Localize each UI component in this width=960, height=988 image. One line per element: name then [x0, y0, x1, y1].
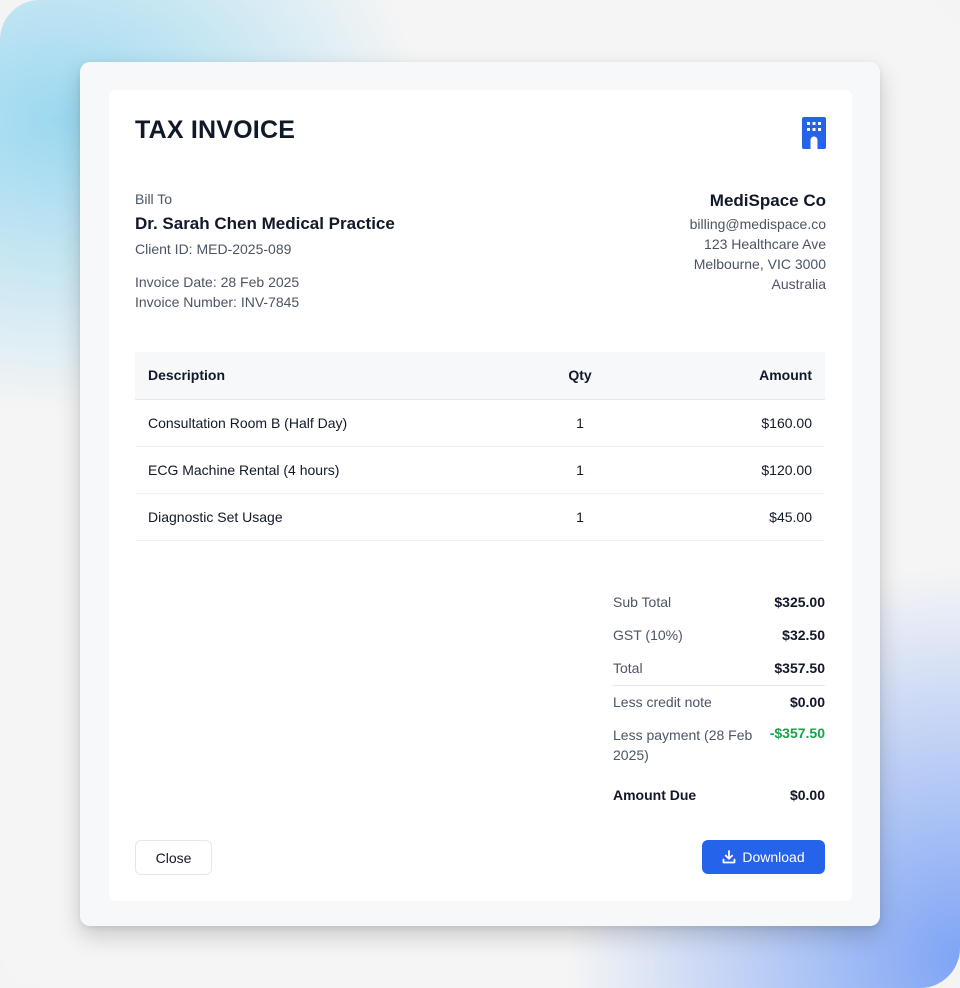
invoice-modal: TAX INVOICE Bill To Dr. Sarah Chen Medic…: [80, 62, 880, 926]
company-country: Australia: [771, 276, 826, 292]
row-amount: $160.00: [625, 399, 825, 447]
amount-due-label: Amount Due: [613, 787, 697, 803]
company-address-line2: Melbourne, VIC 3000: [693, 256, 826, 272]
gst-row: GST (10%) $32.50: [613, 619, 825, 652]
row-amount: $45.00: [625, 493, 825, 541]
totals-section: Sub Total $325.00 GST (10%) $32.50 Total…: [613, 586, 825, 812]
building-icon: [802, 117, 826, 149]
amount-due-row: Amount Due $0.00: [613, 773, 825, 812]
company-section: MediSpace Co billing@medispace.co 123 He…: [690, 190, 826, 294]
client-name: Dr. Sarah Chen Medical Practice: [135, 214, 395, 233]
company-email: billing@medispace.co: [689, 216, 826, 232]
bill-to-section: Bill To Dr. Sarah Chen Medical Practice …: [135, 190, 515, 311]
download-icon: [722, 850, 736, 864]
gst-value: $32.50: [782, 627, 825, 643]
close-button[interactable]: Close: [135, 840, 212, 875]
column-header-description: Description: [135, 352, 535, 400]
row-qty: 1: [535, 493, 625, 541]
payment-row: Less payment (28 Feb 2025) -$357.50: [613, 719, 825, 773]
invoice-title: TAX INVOICE: [135, 116, 296, 144]
credit-note-value: $0.00: [789, 694, 825, 710]
row-amount: $120.00: [625, 446, 825, 494]
bill-to-label: Bill To: [135, 191, 173, 207]
line-items-table: Description Qty Amount Consultation Room…: [135, 352, 825, 541]
row-description: Consultation Room B (Half Day): [135, 399, 535, 447]
payment-label: Less payment (28 Feb 2025): [613, 727, 753, 763]
total-label: Total: [613, 660, 643, 676]
row-qty: 1: [535, 446, 625, 494]
row-description: Diagnostic Set Usage: [135, 493, 535, 541]
credit-note-row: Less credit note $0.00: [613, 685, 825, 719]
invoice-sheet: TAX INVOICE Bill To Dr. Sarah Chen Medic…: [109, 90, 852, 901]
table-header-row: Description Qty Amount: [135, 352, 825, 400]
client-id: Client ID: MED-2025-089: [135, 241, 292, 257]
total-value: $357.50: [774, 660, 825, 676]
subtotal-value: $325.00: [774, 594, 825, 610]
subtotal-row: Sub Total $325.00: [613, 586, 825, 619]
table-row: Consultation Room B (Half Day) 1 $160.00: [135, 399, 825, 447]
gst-label: GST (10%): [613, 627, 683, 643]
invoice-number: Invoice Number: INV-7845: [135, 294, 300, 310]
download-label: Download: [742, 849, 805, 865]
subtotal-label: Sub Total: [613, 594, 672, 610]
credit-note-label: Less credit note: [613, 694, 712, 710]
row-qty: 1: [535, 399, 625, 447]
row-description: ECG Machine Rental (4 hours): [135, 446, 535, 494]
table-row: Diagnostic Set Usage 1 $45.00: [135, 493, 825, 541]
column-header-amount: Amount: [625, 352, 825, 400]
table-row: ECG Machine Rental (4 hours) 1 $120.00: [135, 446, 825, 494]
payment-value: -$357.50: [769, 725, 825, 741]
total-row: Total $357.50: [613, 652, 825, 685]
column-header-qty: Qty: [535, 352, 625, 400]
company-address-line1: 123 Healthcare Ave: [704, 236, 826, 252]
company-name: MediSpace Co: [709, 191, 826, 210]
download-button[interactable]: Download: [702, 840, 825, 874]
invoice-date: Invoice Date: 28 Feb 2025: [135, 274, 300, 290]
amount-due-value: $0.00: [789, 787, 825, 803]
